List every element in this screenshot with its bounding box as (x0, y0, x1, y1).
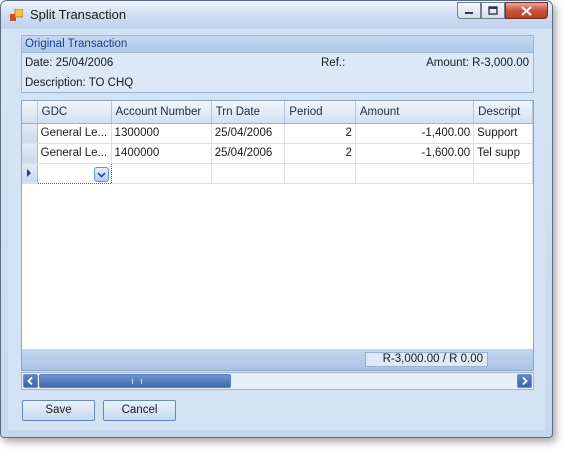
cell-description[interactable] (473, 163, 533, 184)
grid-summary-footer: R-3,000.00 / R 0.00 (21, 349, 534, 371)
amount-total: R-3,000.00 / R 0.00 (365, 352, 488, 367)
header-row: GDC Account Number Trn Date Period Amoun… (22, 101, 533, 124)
cell-amount[interactable]: -1,400.00 (355, 123, 475, 144)
table-row[interactable]: General Le... 1300000 25/04/2006 2 -1,40… (22, 123, 533, 144)
cell-amount[interactable]: -1,600.00 (355, 143, 475, 164)
new-row[interactable] (22, 162, 533, 184)
cell-gdc-editor[interactable] (36, 162, 112, 184)
cell-period[interactable]: 2 (284, 143, 356, 164)
grip-icon (132, 379, 142, 384)
split-grid[interactable]: GDC Account Number Trn Date Period Amoun… (21, 100, 534, 365)
horizontal-scrollbar[interactable] (21, 372, 534, 390)
window-title: Split Transaction (30, 7, 127, 22)
current-row-arrow-icon (27, 169, 31, 177)
maximize-button[interactable] (481, 2, 505, 19)
cell-account-number[interactable]: 1400000 (111, 143, 212, 164)
row-selector[interactable] (22, 143, 38, 164)
column-header-description[interactable]: Descript (473, 101, 533, 124)
dialog-client-area: Original Transaction Date: 25/04/2006 Re… (8, 29, 545, 430)
title-bar[interactable]: Split Transaction (1, 1, 552, 29)
cell-period[interactable] (284, 163, 356, 184)
cell-account-number[interactable]: 1300000 (111, 123, 212, 144)
cell-account-number[interactable] (111, 163, 212, 184)
row-selector-header (22, 101, 38, 124)
split-table: GDC Account Number Trn Date Period Amoun… (22, 101, 533, 184)
original-ref: Ref.: (321, 57, 346, 69)
column-header-amount[interactable]: Amount (355, 101, 475, 124)
chevron-right-icon (522, 376, 528, 386)
minimize-icon (465, 11, 473, 14)
cell-trn-date[interactable]: 25/04/2006 (211, 123, 286, 144)
column-header-account-number[interactable]: Account Number (111, 101, 212, 124)
original-amount: Amount: R-3,000.00 (426, 57, 529, 69)
dropdown-button[interactable] (93, 166, 109, 182)
cell-gdc[interactable]: General Le... (37, 123, 112, 144)
column-header-trn-date[interactable]: Trn Date (211, 101, 286, 124)
cell-amount[interactable] (355, 163, 475, 184)
scroll-right-button[interactable] (517, 374, 532, 388)
table-row[interactable]: General Le... 1400000 25/04/2006 2 -1,60… (22, 143, 533, 164)
cell-trn-date[interactable]: 25/04/2006 (211, 143, 286, 164)
panel-header: Original Transaction (22, 36, 533, 53)
cell-description[interactable]: Tel supp (473, 143, 533, 164)
cell-gdc[interactable]: General Le... (37, 143, 112, 164)
original-transaction-panel: Original Transaction Date: 25/04/2006 Re… (21, 35, 534, 93)
split-transaction-window: Split Transaction Original Transaction D… (0, 0, 553, 438)
cell-trn-date[interactable] (211, 163, 286, 184)
close-icon (521, 5, 532, 16)
scroll-left-button[interactable] (23, 374, 38, 388)
original-date: Date: 25/04/2006 (25, 57, 114, 69)
cell-description[interactable]: Support (473, 123, 533, 144)
cancel-button[interactable]: Cancel (103, 400, 176, 421)
app-icon (10, 9, 23, 21)
minimize-button[interactable] (457, 2, 481, 19)
save-button[interactable]: Save (22, 400, 95, 421)
column-header-period[interactable]: Period (284, 101, 356, 124)
row-selector[interactable] (22, 123, 38, 144)
scroll-thumb[interactable] (39, 374, 231, 388)
current-row-selector[interactable] (22, 163, 38, 184)
cell-period[interactable]: 2 (284, 123, 356, 144)
maximize-icon (488, 6, 498, 15)
original-description: Description: TO CHQ (25, 77, 134, 89)
close-button[interactable] (505, 2, 548, 19)
column-header-gdc[interactable]: GDC (37, 101, 112, 124)
chevron-down-icon (96, 171, 106, 178)
chevron-left-icon (27, 376, 33, 386)
